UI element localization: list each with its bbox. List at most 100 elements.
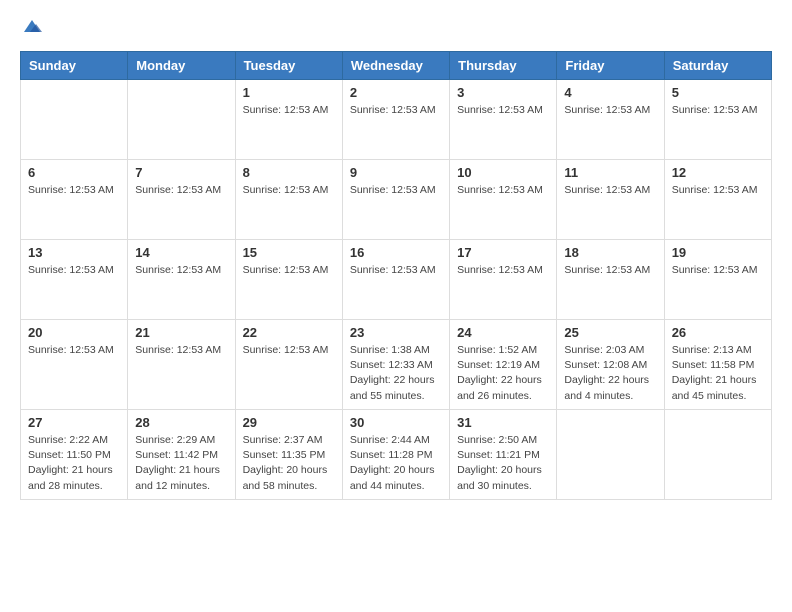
weekday-header-saturday: Saturday [664, 52, 771, 80]
day-number: 27 [28, 415, 120, 430]
day-number: 15 [243, 245, 335, 260]
day-cell: 2 Sunrise: 12:53 AM [342, 80, 449, 160]
day-number: 8 [243, 165, 335, 180]
logo-icon [22, 18, 42, 38]
day-detail: Sunrise: 2:22 AMSunset: 11:50 PMDaylight… [28, 433, 120, 494]
day-detail: Sunrise: 1:52 AMSunset: 12:19 AMDaylight… [457, 343, 549, 404]
day-detail: Sunrise: 2:13 AMSunset: 11:58 PMDaylight… [672, 343, 764, 404]
day-number: 31 [457, 415, 549, 430]
day-cell [664, 409, 771, 499]
day-number: 25 [564, 325, 656, 340]
day-number: 2 [350, 85, 442, 100]
day-cell: 30 Sunrise: 2:44 AMSunset: 11:28 PMDaylig… [342, 409, 449, 499]
day-detail: Sunrise: 12:53 AM [672, 183, 764, 198]
day-number: 24 [457, 325, 549, 340]
day-number: 16 [350, 245, 442, 260]
day-number: 1 [243, 85, 335, 100]
week-row-2: 6Sunrise: 12:53 AM7Sunrise: 12:53 AM8Sun… [21, 160, 772, 240]
day-detail: Sunrise: 12:53 AM [243, 263, 335, 278]
day-number: 5 [672, 85, 764, 100]
day-cell: 13 Sunrise: 12:53 AM [21, 240, 128, 320]
day-detail: Sunrise: 12:53 AM [457, 263, 549, 278]
day-detail: Sunrise: 2:29 AMSunset: 11:42 PMDaylight… [135, 433, 227, 494]
day-detail: Sunrise: 12:53 AM [564, 183, 656, 198]
day-detail: Sunrise: 12:53 AM [28, 263, 120, 278]
logo [20, 18, 44, 43]
day-cell: 3 Sunrise: 12:53 AM [450, 80, 557, 160]
day-cell: 19Sunrise: 12:53 AM [664, 240, 771, 320]
day-detail: Sunrise: 12:53 AM [28, 343, 120, 358]
day-detail: Sunrise: 12:53 AM [243, 343, 335, 358]
day-number: 7 [135, 165, 227, 180]
day-cell: 31Sunrise: 2:50 AMSunset: 11:21 PMDaylig… [450, 409, 557, 499]
day-cell: 1 Sunrise: 12:53 AM [235, 80, 342, 160]
day-cell: 24 Sunrise: 1:52 AMSunset: 12:19 AMDaylig… [450, 320, 557, 410]
day-number: 29 [243, 415, 335, 430]
day-cell: 16 Sunrise: 12:53 AM [342, 240, 449, 320]
day-number: 23 [350, 325, 442, 340]
day-cell: 21 Sunrise: 12:53 AM [128, 320, 235, 410]
calendar: SundayMondayTuesdayWednesdayThursdayFrid… [20, 51, 772, 500]
day-detail: Sunrise: 12:53 AM [135, 343, 227, 358]
day-cell: 10Sunrise: 12:53 AM [450, 160, 557, 240]
day-number: 26 [672, 325, 764, 340]
day-detail: Sunrise: 12:53 AM [350, 103, 442, 118]
day-cell [128, 80, 235, 160]
day-detail: Sunrise: 12:53 AM [672, 103, 764, 118]
day-number: 4 [564, 85, 656, 100]
day-number: 20 [28, 325, 120, 340]
day-detail: Sunrise: 2:37 AMSunset: 11:35 PMDaylight… [243, 433, 335, 494]
day-cell: 23 Sunrise: 1:38 AMSunset: 12:33 AMDaylig… [342, 320, 449, 410]
day-cell: 6Sunrise: 12:53 AM [21, 160, 128, 240]
weekday-header-friday: Friday [557, 52, 664, 80]
weekday-header-wednesday: Wednesday [342, 52, 449, 80]
weekday-header-tuesday: Tuesday [235, 52, 342, 80]
weekday-header-monday: Monday [128, 52, 235, 80]
day-cell: 8 Sunrise: 12:53 AM [235, 160, 342, 240]
day-detail: Sunrise: 12:53 AM [350, 183, 442, 198]
day-detail: Sunrise: 12:53 AM [135, 263, 227, 278]
day-detail: Sunrise: 12:53 AM [564, 263, 656, 278]
day-detail: Sunrise: 12:53 AM [243, 103, 335, 118]
day-cell: 17Sunrise: 12:53 AM [450, 240, 557, 320]
weekday-header-row: SundayMondayTuesdayWednesdayThursdayFrid… [21, 52, 772, 80]
day-number: 21 [135, 325, 227, 340]
day-detail: Sunrise: 1:38 AMSunset: 12:33 AMDaylight… [350, 343, 442, 404]
day-number: 13 [28, 245, 120, 260]
week-row-5: 27 Sunrise: 2:22 AMSunset: 11:50 PMDaylig… [21, 409, 772, 499]
day-cell: 5 Sunrise: 12:53 AM [664, 80, 771, 160]
day-cell: 29 Sunrise: 2:37 AMSunset: 11:35 PMDaylig… [235, 409, 342, 499]
day-detail: Sunrise: 12:53 AM [243, 183, 335, 198]
day-number: 28 [135, 415, 227, 430]
weekday-header-sunday: Sunday [21, 52, 128, 80]
day-cell: 15 Sunrise: 12:53 AM [235, 240, 342, 320]
day-cell: 27 Sunrise: 2:22 AMSunset: 11:50 PMDaylig… [21, 409, 128, 499]
day-number: 6 [28, 165, 120, 180]
week-row-4: 20Sunrise: 12:53 AM21Sunrise: 12:53 AM22… [21, 320, 772, 410]
week-row-3: 13Sunrise: 12:53 AM14Sunrise: 12:53 AM15… [21, 240, 772, 320]
day-cell [21, 80, 128, 160]
day-cell: 28 Sunrise: 2:29 AMSunset: 11:42 PMDaylig… [128, 409, 235, 499]
day-detail: Sunrise: 2:44 AMSunset: 11:28 PMDaylight… [350, 433, 442, 494]
day-number: 12 [672, 165, 764, 180]
day-detail: Sunrise: 12:53 AM [350, 263, 442, 278]
day-cell: 22Sunrise: 12:53 AM [235, 320, 342, 410]
day-number: 30 [350, 415, 442, 430]
day-cell: 9Sunrise: 12:53 AM [342, 160, 449, 240]
day-detail: Sunrise: 12:53 AM [457, 183, 549, 198]
day-number: 18 [564, 245, 656, 260]
weekday-header-thursday: Thursday [450, 52, 557, 80]
day-cell: 11 Sunrise: 12:53 AM [557, 160, 664, 240]
page-header [20, 18, 772, 43]
week-row-1: 1 Sunrise: 12:53 AM 2 Sunrise: 12:53 AM 3 Sun… [21, 80, 772, 160]
day-cell: 7 Sunrise: 12:53 AM [128, 160, 235, 240]
day-number: 3 [457, 85, 549, 100]
day-number: 11 [564, 165, 656, 180]
day-cell: 26 Sunrise: 2:13 AMSunset: 11:58 PMDaylig… [664, 320, 771, 410]
day-detail: Sunrise: 12:53 AM [457, 103, 549, 118]
day-detail: Sunrise: 2:03 AMSunset: 12:08 AMDaylight… [564, 343, 656, 404]
day-detail: Sunrise: 12:53 AM [135, 183, 227, 198]
day-number: 14 [135, 245, 227, 260]
day-cell [557, 409, 664, 499]
day-cell: 4Sunrise: 12:53 AM [557, 80, 664, 160]
